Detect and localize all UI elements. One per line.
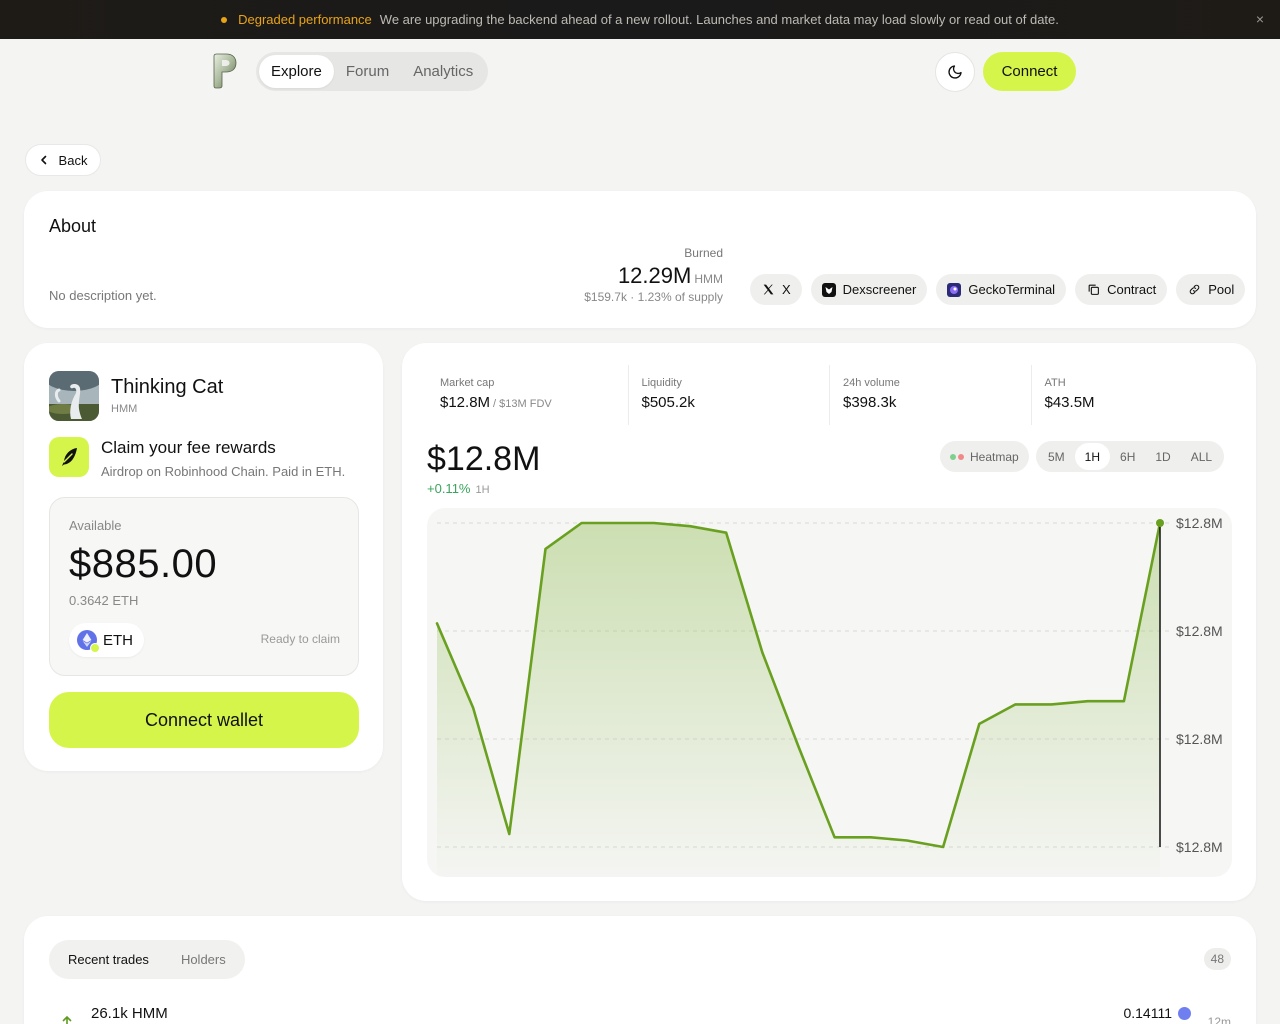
- heatmap-green-dot-icon: [950, 453, 956, 460]
- trade-amount: 26.1k HMM: [91, 1005, 168, 1022]
- status-banner: Degraded performance We are upgrading th…: [0, 0, 1280, 39]
- chart-y-tick-label: $12.8M: [1176, 731, 1223, 747]
- available-box: Available $885.00 0.3642 ETH ETH Ready t…: [49, 497, 359, 676]
- token-name: Thinking Cat: [111, 376, 224, 398]
- connect-wallet-button[interactable]: Connect wallet: [49, 692, 359, 748]
- back-label: Back: [58, 152, 88, 168]
- dexscreener-icon: [821, 282, 836, 297]
- geckoterminal-icon: [947, 282, 962, 297]
- stat-market-cap: Market cap $12.8M / $13M FDV: [440, 377, 552, 411]
- available-label: Available: [69, 518, 122, 533]
- tab-recent-trades[interactable]: Recent trades: [52, 943, 165, 976]
- tab-holders[interactable]: Holders: [165, 943, 242, 976]
- trade-eth: 0.14111: [1123, 1005, 1191, 1021]
- timeframe-6h[interactable]: 6H: [1110, 443, 1145, 470]
- timeframe-all[interactable]: ALL: [1181, 443, 1222, 470]
- burned-sub: $159.7k · 1.23% of supply: [584, 290, 723, 304]
- trade-time: 12m: [1207, 1015, 1231, 1024]
- burned-label: Burned: [684, 246, 723, 260]
- copy-icon: [1086, 283, 1100, 297]
- available-amount: $885.00: [69, 542, 218, 586]
- x-icon: [761, 283, 775, 297]
- warning-dot-icon: [221, 16, 228, 23]
- heatmap-red-dot-icon: [958, 453, 964, 460]
- connect-button[interactable]: Connect: [983, 52, 1076, 91]
- table-row[interactable]: 26.1k HMM 0.14111 12m: [49, 1002, 1231, 1024]
- token-symbol: HMM: [111, 403, 138, 415]
- chevron-left-icon: [40, 155, 46, 165]
- claim-title: Claim your fee rewards: [101, 438, 276, 457]
- timeframe-selector: 5M 1H 6H 1D ALL: [1036, 441, 1225, 472]
- ethereum-icon: [77, 630, 100, 653]
- external-links: X Dexscreener GeckoTerminal Contract Poo…: [750, 274, 1246, 305]
- nav-tab-explore[interactable]: Explore: [259, 55, 334, 88]
- banner-message: We are upgrading the backend ahead of a …: [379, 12, 1059, 27]
- heatmap-toggle[interactable]: Heatmap: [940, 441, 1029, 472]
- app-logo-icon[interactable]: [210, 53, 238, 89]
- ethereum-icon: [1178, 1006, 1191, 1020]
- trade-count-badge: 48: [1203, 948, 1231, 970]
- stat-liquidity: Liquidity $505.2k: [627, 365, 830, 425]
- chart-card: Market cap $12.8M / $13M FDV Liquidity $5…: [402, 343, 1256, 901]
- link-pool-button[interactable]: Pool: [1176, 274, 1246, 305]
- price-chart-svg: $12.8M $12.8M $12.8M $12.8M: [435, 515, 1223, 877]
- theme-toggle-button[interactable]: [935, 52, 975, 92]
- about-description: No description yet.: [49, 288, 157, 303]
- moon-icon: [948, 65, 962, 79]
- arrow-up-icon: [61, 1014, 73, 1024]
- token-avatar: [49, 371, 99, 421]
- trades-card: Recent trades Holders 48 26.1k HMM 0.141…: [24, 916, 1256, 1024]
- link-dexscreener-button[interactable]: Dexscreener: [810, 274, 928, 305]
- chart-y-tick-label: $12.8M: [1176, 515, 1223, 531]
- current-price: $12.8M: [427, 440, 541, 478]
- link-icon: [1187, 283, 1201, 297]
- price-chart[interactable]: $12.8M $12.8M $12.8M $12.8M: [427, 508, 1232, 877]
- trades-tabs: Recent trades Holders: [49, 940, 245, 979]
- link-x-button[interactable]: X: [750, 274, 802, 305]
- back-button[interactable]: Back: [25, 144, 101, 176]
- burned-value: 12.29M HMM: [617, 263, 723, 288]
- burned-stat: Burned 12.29M HMM $159.7k · 1.23% of supp…: [584, 246, 723, 304]
- link-contract-button[interactable]: Contract: [1075, 274, 1168, 305]
- chart-last-point: [1156, 519, 1164, 527]
- feather-icon: [49, 437, 89, 477]
- close-icon[interactable]: ×: [1256, 11, 1264, 27]
- link-geckoterminal-button[interactable]: GeckoTerminal: [936, 274, 1067, 305]
- banner-title: Degraded performance: [238, 12, 372, 27]
- eth-chip: ETH: [69, 623, 144, 657]
- token-card: Thinking Cat HMM Claim your fee rewards …: [24, 343, 383, 771]
- chart-y-tick-label: $12.8M: [1176, 623, 1223, 639]
- claim-status: Ready to claim: [260, 632, 340, 646]
- stats-row: Market cap $12.8M / $13M FDV Liquidity $5…: [427, 365, 1232, 425]
- chart-area-fill: [437, 523, 1160, 877]
- claim-subtitle: Airdrop on Robinhood Chain. Paid in ETH.: [101, 464, 346, 479]
- price-change: +0.11% 1H: [427, 481, 490, 496]
- nav-tab-forum[interactable]: Forum: [334, 55, 401, 88]
- about-heading: About: [49, 216, 97, 236]
- main-nav: Explore Forum Analytics: [256, 52, 489, 91]
- stat-24h-volume: 24h volume $398.3k: [829, 365, 1031, 425]
- timeframe-1h[interactable]: 1H: [1074, 443, 1111, 470]
- nav-tab-analytics[interactable]: Analytics: [401, 55, 485, 88]
- chain-badge-icon: [90, 643, 100, 653]
- available-eth: 0.3642 ETH: [69, 593, 139, 608]
- chart-y-tick-label: $12.8M: [1176, 839, 1223, 855]
- eth-chip-label: ETH: [103, 631, 133, 649]
- about-card: About No description yet. Burned 12.29M H…: [24, 191, 1256, 328]
- timeframe-5m[interactable]: 5M: [1038, 443, 1075, 470]
- stat-ath: ATH $43.5M: [1030, 365, 1233, 425]
- timeframe-1d[interactable]: 1D: [1145, 443, 1180, 470]
